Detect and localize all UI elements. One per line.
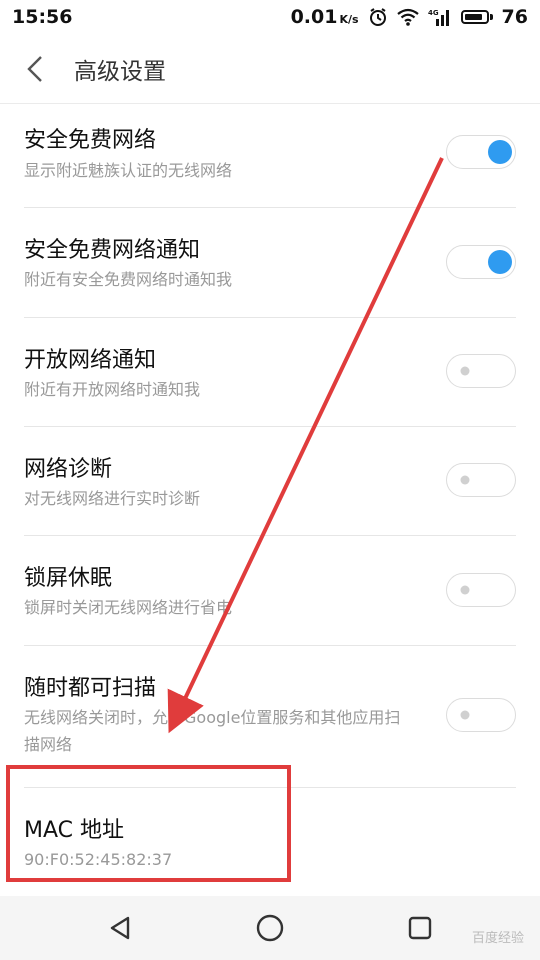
page-title: 高级设置: [74, 58, 166, 85]
title-bar: 高级设置: [0, 34, 540, 104]
battery-level: 76: [501, 6, 528, 28]
setting-safe-free-network[interactable]: 安全免费网络 显示附近魅族认证的无线网络: [0, 104, 540, 208]
mac-address-value: 90:F0:52:45:82:37: [24, 850, 173, 869]
setting-open-network-notify[interactable]: 开放网络通知 附近有开放网络时通知我: [0, 318, 540, 427]
status-time: 15:56: [12, 6, 73, 28]
network-diagnosis-toggle[interactable]: [446, 463, 516, 497]
setting-description: 无线网络关闭时，允许Google位置服务和其他应用扫描网络: [24, 708, 401, 754]
square-recent-icon: [408, 916, 432, 940]
open-network-notify-toggle[interactable]: [446, 354, 516, 388]
nav-home-button[interactable]: [252, 910, 288, 946]
setting-network-diagnosis[interactable]: 网络诊断 对无线网络进行实时诊断: [0, 427, 540, 536]
setting-title: 锁屏休眠: [24, 566, 113, 591]
setting-safe-free-network-notify[interactable]: 安全免费网络通知 附近有安全免费网络时通知我: [0, 208, 540, 318]
setting-title: 随时都可扫描: [24, 676, 157, 701]
setting-description: 附近有开放网络时通知我: [24, 380, 201, 399]
wifi-icon: [396, 8, 419, 26]
battery-icon: [460, 10, 493, 24]
chevron-left-icon: [27, 55, 42, 82]
lock-screen-sleep-toggle[interactable]: [446, 573, 516, 607]
cellular-signal-icon: 4G: [428, 8, 452, 26]
setting-description: 显示附近魅族认证的无线网络: [24, 161, 233, 180]
toggle-knob: [460, 585, 470, 595]
nav-back-button[interactable]: [102, 910, 138, 946]
setting-lock-screen-sleep[interactable]: 锁屏休眠 锁屏时关闭无线网络进行省电: [0, 536, 540, 646]
alarm-icon: [368, 7, 388, 27]
back-button[interactable]: [0, 34, 70, 104]
setting-description: 锁屏时关闭无线网络进行省电: [24, 598, 233, 617]
safe-free-network-notify-toggle[interactable]: [446, 245, 516, 279]
setting-title: 安全免费网络通知: [24, 238, 201, 263]
toggle-knob: [488, 250, 512, 274]
setting-title: 安全免费网络: [24, 128, 157, 153]
setting-title: 开放网络通知: [24, 348, 157, 373]
watermark: 百度经验: [471, 931, 524, 946]
setting-description: 附近有安全免费网络时通知我: [24, 270, 233, 289]
setting-title: 网络诊断: [24, 457, 113, 482]
toggle-knob: [460, 366, 470, 376]
navigation-bar: 百度经验: [0, 896, 540, 960]
status-bar: 15:56 0.01 K/s 4G 76: [0, 0, 540, 34]
triangle-back-icon: [110, 916, 130, 940]
circle-home-icon: [256, 914, 284, 942]
setting-description: 对无线网络进行实时诊断: [24, 489, 201, 508]
status-icons: 0.01 K/s 4G 76: [291, 6, 528, 28]
mac-address-title: MAC 地址: [24, 818, 124, 843]
toggle-knob: [460, 710, 470, 720]
network-speed: 0.01 K/s: [290, 6, 359, 28]
svg-text:4G: 4G: [428, 9, 439, 17]
toggle-knob: [488, 140, 512, 164]
divider: [24, 787, 516, 788]
always-scan-toggle[interactable]: [446, 698, 516, 732]
nav-recent-button[interactable]: [402, 910, 438, 946]
setting-always-scan[interactable]: 随时都可扫描 无线网络关闭时，允许Google位置服务和其他应用扫描网络: [0, 646, 540, 788]
safe-free-network-toggle[interactable]: [446, 135, 516, 169]
toggle-knob: [460, 475, 470, 485]
